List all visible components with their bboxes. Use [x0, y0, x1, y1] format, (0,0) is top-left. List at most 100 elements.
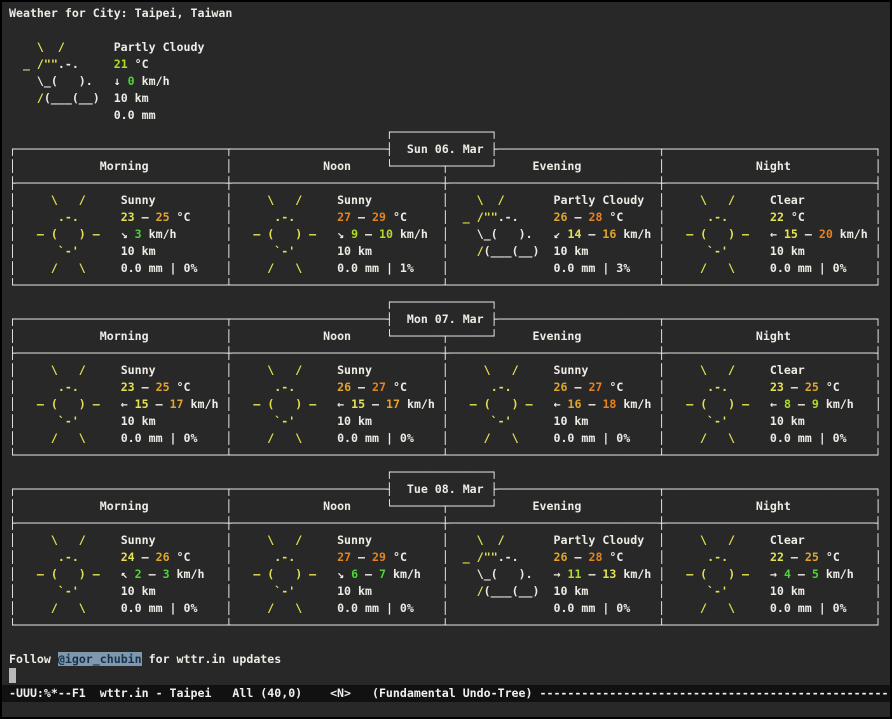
cloud-sun-icon: \ / — [449, 533, 554, 547]
sun-icon: / \ — [16, 261, 121, 275]
sun-icon: `-' — [232, 414, 337, 428]
current-wind: \_( ). ↓ 0 km/h — [9, 73, 890, 90]
sun-icon: \ / — [16, 533, 121, 547]
sun-icon: `-' — [665, 414, 770, 428]
sun-icon: `-' — [16, 584, 121, 598]
report-title-text: Weather for City: Taipei, Taiwan — [9, 6, 232, 20]
sun-icon: ― ( ) ― — [16, 567, 121, 581]
sun-icon: `-' — [16, 244, 121, 258]
datebox-bottom: └───────┬──────┘ — [386, 329, 498, 343]
day3-header-separator: ├──────────────────────────────┼────────… — [9, 515, 890, 532]
sun-icon: `-' — [665, 584, 770, 598]
col-header-evening: Evening — [498, 499, 659, 513]
sun-icon: ― ( ) ― — [16, 397, 121, 411]
day3-date-label: Tue 08. Mar — [393, 482, 491, 496]
sun-icon: ― ( ) ― — [16, 227, 121, 241]
sun-icon: `-' — [449, 414, 554, 428]
twitter-handle-link[interactable]: @igor_chubin — [58, 652, 142, 666]
sun-icon: .-. — [665, 550, 770, 564]
follow-line: Follow @igor_chubin for wttr.in updates — [9, 651, 890, 668]
sun-icon: .-. — [665, 380, 770, 394]
modeline-text: -UUU:%*--F1 wttr.in - Taipei All (40,0) … — [9, 686, 888, 700]
blank-line-1 — [9, 22, 890, 39]
day2-visibility: │ `-' 10 km │ `-' 10 km │ `-' 10 km │ `-… — [9, 413, 890, 430]
day3-table-bottom: └──────────────────────────────┴────────… — [9, 617, 890, 634]
sun-icon: ― ( ) ― — [665, 227, 770, 241]
cloud-sun-icon: \ / — [449, 193, 554, 207]
sun-icon: ― ( ) ― — [665, 567, 770, 581]
day2-date-label: Mon 07. Mar — [393, 312, 491, 326]
follow-prefix: Follow — [9, 652, 58, 666]
text-cursor — [9, 668, 16, 683]
col-header-morning: Morning — [16, 499, 225, 513]
day2-table-top: ┌──────────────────────────────┬────────… — [9, 311, 890, 328]
sun-icon: \ / — [232, 533, 337, 547]
sun-icon: / \ — [16, 431, 121, 445]
current-temp: _ /"".-. 21 °C — [9, 56, 890, 73]
cloud-icon: \_( ). — [9, 74, 114, 88]
col-header-morning: Morning — [16, 159, 225, 173]
day1-date-label: Sun 06. Mar — [393, 142, 491, 156]
follow-suffix: for wttr.in updates — [142, 652, 282, 666]
day1-winds: │ ― ( ) ― ↘ 3 km/h │ ― ( ) ― ↘ 9 – 10 km… — [9, 226, 890, 243]
day1-conditions: │ \ / Sunny │ \ / Sunny │ \ / Partly Clo… — [9, 192, 890, 209]
sun-icon: ― ( ) ― — [232, 227, 337, 241]
day2-column-headers: │ Morning │ Noon └───────┬──────┘ Evenin… — [9, 328, 890, 345]
sun-icon: ― ( ) ― — [232, 567, 337, 581]
day3-visibility: │ `-' 10 km │ `-' 10 km │ /(___(__) 10 k… — [9, 583, 890, 600]
report-title: Weather for City: Taipei, Taiwan — [9, 5, 890, 22]
sun-icon: `-' — [232, 244, 337, 258]
day1-visibility: │ `-' 10 km │ `-' 10 km │ /(___(__) 10 k… — [9, 243, 890, 260]
sun-icon: .-. — [232, 550, 337, 564]
col-header-night: Night — [665, 329, 874, 343]
current-desc: \ / Partly Cloudy — [9, 39, 890, 56]
sun-icon: .-. — [232, 210, 337, 224]
col-header-noon: Noon — [232, 499, 386, 513]
col-header-night: Night — [665, 159, 874, 173]
sun-icon: ― ( ) ― — [665, 397, 770, 411]
cloud-sun-icon: _ /"" — [449, 550, 498, 564]
sun-icon: \ / — [449, 363, 554, 377]
col-header-noon: Noon — [232, 159, 386, 173]
cloud-icon: (___(__) — [44, 91, 114, 105]
day2-table-bottom: └──────────────────────────────┴────────… — [9, 447, 890, 464]
day3-winds: │ ― ( ) ― ↖ 2 – 3 km/h │ ― ( ) ― ↘ 6 – 7… — [9, 566, 890, 583]
col-header-night: Night — [665, 499, 874, 513]
day1-table-top: ┌──────────────────────────────┬────────… — [9, 141, 890, 158]
sun-icon: `-' — [16, 414, 121, 428]
sun-icon: \ / — [232, 363, 337, 377]
buffer-content: Weather for City: Taipei, Taiwan \ / Par… — [2, 2, 890, 685]
cloud-icon: .-. — [498, 210, 554, 224]
datebox-bottom: └───────┬──────┘ — [386, 499, 498, 513]
day3-conditions: │ \ / Sunny │ \ / Sunny │ \ / Partly Clo… — [9, 532, 890, 549]
cloud-icon: (___(__) — [484, 584, 554, 598]
day2-datebox-top: ┌──────────────┐ — [9, 294, 890, 311]
sun-icon: / \ — [232, 261, 337, 275]
cloud-sun-icon: _ /"" — [9, 57, 58, 71]
day1-table-bottom: └──────────────────────────────┴────────… — [9, 277, 890, 294]
cloud-icon: \_( ). — [449, 567, 554, 581]
sun-icon: .-. — [449, 380, 554, 394]
day1-temps: │ .-. 23 – 25 °C │ .-. 27 – 29 °C │ _ /"… — [9, 209, 890, 226]
day1-datebox-top: ┌──────────────┐ — [9, 124, 890, 141]
terminal-window: Weather for City: Taipei, Taiwan \ / Par… — [2, 2, 890, 717]
cloud-sun-icon: _ /"" — [449, 210, 498, 224]
current-precip: 0.0 mm — [9, 107, 890, 124]
sun-icon: .-. — [16, 380, 121, 394]
sun-icon: / \ — [665, 431, 770, 445]
sun-icon: \ / — [665, 363, 770, 377]
day2-precip: │ / \ 0.0 mm | 0% │ / \ 0.0 mm | 0% │ / … — [9, 430, 890, 447]
cursor-line — [9, 668, 890, 685]
cloud-sun-icon: \ / — [9, 40, 114, 54]
cloud-icon: (___(__) — [484, 244, 554, 258]
cloud-icon: \_( ). — [449, 227, 554, 241]
echo-area — [2, 702, 890, 717]
cloud-sun-icon: / — [477, 244, 484, 258]
sun-icon: / \ — [16, 601, 121, 615]
sun-icon: / \ — [665, 261, 770, 275]
sun-icon: ― ( ) ― — [232, 397, 337, 411]
cloud-sun-icon: / — [37, 91, 44, 105]
terminal-buffer[interactable]: Weather for City: Taipei, Taiwan \ / Par… — [9, 5, 890, 651]
day3-datebox-top: ┌──────────────┐ — [9, 464, 890, 481]
cloud-icon: .-. — [58, 57, 114, 71]
